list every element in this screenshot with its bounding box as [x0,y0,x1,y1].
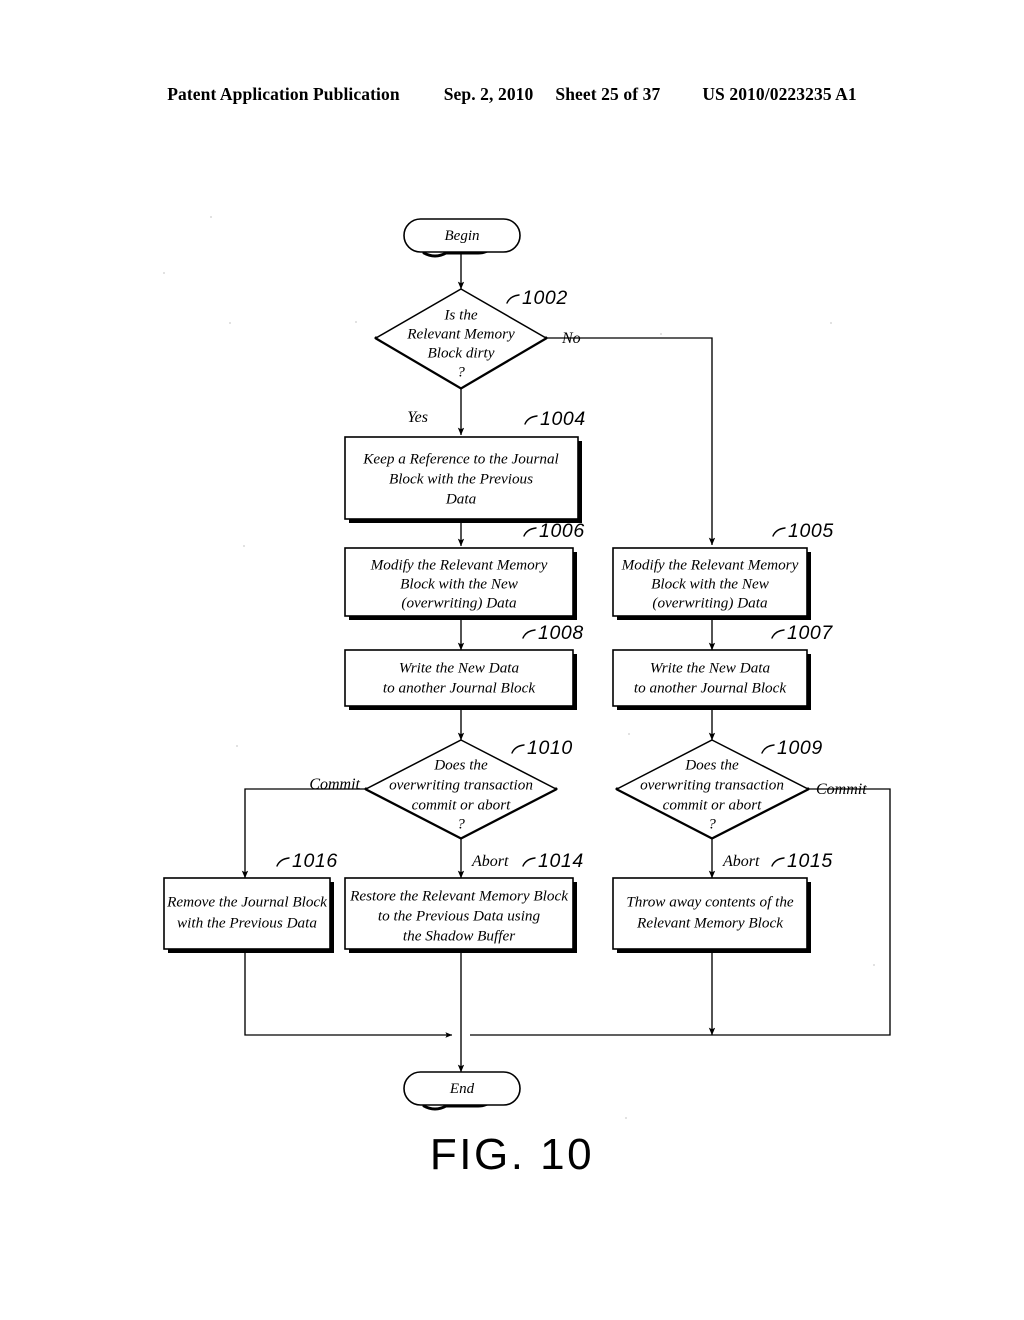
edge-label-no: No [561,330,581,347]
node-1014-line-1: to the Previous Data using [378,907,541,924]
node-1015-line-1: Relevant Memory Block [636,914,783,931]
ref-1006: 1006 [539,520,585,542]
node-1016-line-0: Remove the Journal Block [166,893,327,910]
node-end: End [403,1071,521,1111]
node-begin-label: Begin [445,228,480,244]
figure-caption: FIG. 10 [429,1130,595,1179]
edge-label-abort-left: Abort [471,853,509,870]
node-1009-line-1: overwriting transaction [640,776,784,793]
ref-1014: 1014 [538,850,584,872]
node-1014-line-2: the Shadow Buffer [403,927,515,944]
ref-1016: 1016 [292,850,338,872]
node-1006: Modify the Relevant Memory Block with th… [344,520,585,620]
node-1007-line-1: to another Journal Block [634,679,787,696]
scan-speck [355,321,357,323]
node-begin: Begin [403,218,521,258]
ref-1008: 1008 [538,622,584,644]
node-1010-line-1: overwriting transaction [389,776,533,793]
scan-speck [243,545,245,547]
scan-speck [830,322,832,324]
node-1005-line-1: Block with the New [651,575,770,592]
node-1014: Restore the Relevant Memory Block to the… [344,850,584,953]
node-1010-line-0: Does the [433,756,488,773]
figure-10: Begin Is the Relevant Memory Block dirty… [0,0,1024,1320]
node-1009: Does the overwriting transaction commit … [615,737,823,840]
edge-label-yes: Yes [407,409,428,426]
ref-1004: 1004 [540,408,586,430]
edge-label-commit-left: Commit [309,776,360,793]
ref-1007: 1007 [787,622,833,644]
node-1008: Write the New Data to another Journal Bl… [344,622,584,710]
node-1014-line-0: Restore the Relevant Memory Block [349,887,568,904]
scan-speck [163,272,165,274]
flowchart-svg: Begin Is the Relevant Memory Block dirty… [163,218,891,1111]
scan-speck [628,733,630,735]
node-1009-line-0: Does the [684,756,739,773]
node-1005-line-0: Modify the Relevant Memory [621,556,799,573]
node-1002-line-2: Block dirty [427,344,494,361]
node-1002-line-0: Is the [443,306,478,323]
node-1005: Modify the Relevant Memory Block with th… [612,520,834,620]
ref-1009: 1009 [777,737,823,759]
node-1004: Keep a Reference to the Journal Block wi… [344,408,586,523]
node-1005-line-2: (overwriting) Data [652,594,768,611]
connector-1016-to-end [244,953,453,1038]
node-1010-line-3: ? [457,815,465,832]
node-1002-line-3: ? [457,363,465,380]
ref-1010: 1010 [527,737,573,759]
node-1004-line-1: Block with the Previous [389,470,533,487]
node-1016-line-1: with the Previous Data [177,914,317,931]
node-1006-line-2: (overwriting) Data [401,594,517,611]
ref-1015: 1015 [787,850,833,872]
node-1010-line-2: commit or abort [412,796,511,813]
node-1002: Is the Relevant Memory Block dirty ? 100… [374,287,568,390]
scan-speck [625,1117,627,1119]
node-1007-line-0: Write the New Data [650,659,771,676]
ref-1005: 1005 [788,520,834,542]
node-1004-line-0: Keep a Reference to the Journal [362,450,559,467]
node-end-label: End [449,1081,475,1097]
scan-speck [660,333,662,335]
scan-speck [236,745,238,747]
node-1002-line-1: Relevant Memory [406,325,515,342]
node-1008-line-1: to another Journal Block [383,679,536,696]
scan-speck [229,322,231,324]
node-1015-line-0: Throw away contents of the [626,893,794,910]
node-1007: Write the New Data to another Journal Bl… [612,622,833,710]
node-1006-line-1: Block with the New [400,575,519,592]
scan-speck [210,216,212,218]
node-1006-line-0: Modify the Relevant Memory [370,556,548,573]
node-1009-line-3: ? [708,815,716,832]
edge-label-commit-right: Commit [816,781,867,798]
node-1016: Remove the Journal Block with the Previo… [163,850,338,953]
node-1009-line-2: commit or abort [663,796,762,813]
ref-1002: 1002 [522,287,568,309]
node-1008-line-0: Write the New Data [399,659,520,676]
scan-speck [873,964,875,966]
edge-label-abort-right: Abort [722,853,760,870]
node-1004-line-2: Data [445,490,477,507]
node-1010: Does the overwriting transaction commit … [364,737,573,840]
